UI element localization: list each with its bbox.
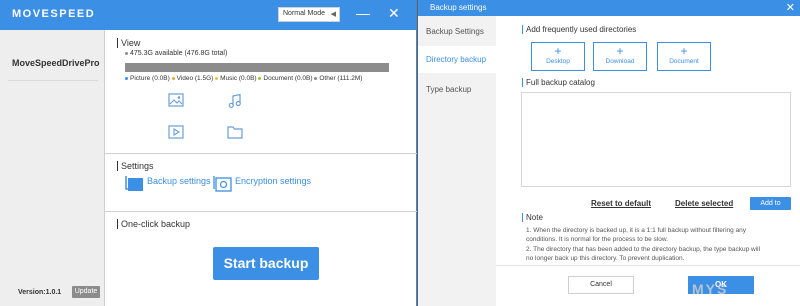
storage-available: 475.3G available (476.8G total) xyxy=(125,50,227,57)
legend-item-music: Music (0.0B) xyxy=(215,75,257,82)
app-logo: MOVESPEED xyxy=(12,8,96,20)
plus-icon: + xyxy=(616,44,624,58)
backup-settings-link[interactable]: Backup settings xyxy=(147,176,211,186)
add-download-button[interactable]: + Download xyxy=(593,42,647,71)
dialog-title: Backup settings xyxy=(430,3,487,12)
tab-directory-backup[interactable]: Directory backup xyxy=(418,46,496,73)
divider xyxy=(8,80,98,81)
plus-icon: + xyxy=(554,44,562,58)
add-to-button[interactable]: Add to xyxy=(750,197,791,210)
divider xyxy=(105,211,417,212)
drive-name[interactable]: MoveSpeedDrivePro xyxy=(12,58,100,68)
start-backup-button[interactable]: Start backup xyxy=(213,247,319,280)
update-button[interactable]: Update xyxy=(72,286,100,298)
screen: MOVESPEED Normal Mode ◀ — ✕ MoveSpeedDri… xyxy=(0,0,800,306)
legend-item-picture: Picture (0.0B) xyxy=(125,75,170,82)
delete-selected-button[interactable]: Delete selected xyxy=(675,199,733,208)
dialog-titlebar: Backup settings ✕ xyxy=(418,0,800,16)
mode-select[interactable]: Normal Mode ◀ xyxy=(278,7,340,22)
backup-settings-icon[interactable] xyxy=(125,175,143,193)
app-sidebar: MoveSpeedDrivePro Version:1.0.1 Update xyxy=(0,30,104,306)
note-text: 1. When the directory is backed up, it i… xyxy=(526,226,796,264)
caret-left-icon: ◀ xyxy=(330,11,336,18)
tab-backup-settings[interactable]: Backup Settings xyxy=(418,18,496,45)
legend-item-other: Other (111.2M) xyxy=(314,75,362,82)
note-line: no longer back up this directory. To pre… xyxy=(526,255,685,263)
watermark: MYS xyxy=(692,281,729,297)
music-icon[interactable] xyxy=(227,93,243,109)
video-icon[interactable] xyxy=(168,125,184,141)
frequent-dirs-title: Add frequently used directories xyxy=(522,25,636,34)
mode-select-value: Normal Mode xyxy=(283,10,326,17)
encryption-settings-icon[interactable] xyxy=(213,175,232,193)
view-title: View xyxy=(117,38,140,48)
divider xyxy=(105,153,417,154)
add-document-button[interactable]: + Document xyxy=(657,42,711,71)
version-label: Version:1.0.1 xyxy=(18,289,62,296)
add-desktop-button[interactable]: + Desktop xyxy=(531,42,585,71)
image-icon[interactable] xyxy=(168,93,184,109)
app-window: MOVESPEED Normal Mode ◀ — ✕ MoveSpeedDri… xyxy=(0,0,417,306)
note-line: 2. The directory that has been added to … xyxy=(526,245,761,253)
minimize-icon[interactable]: — xyxy=(356,5,370,21)
close-icon[interactable]: ✕ xyxy=(388,5,400,21)
app-content: View 475.3G available (476.8G total) Pic… xyxy=(104,30,417,306)
dialog-footer: Cancel OK xyxy=(496,265,800,306)
app-titlebar: MOVESPEED Normal Mode ◀ — ✕ xyxy=(0,0,416,30)
note-line: conditions. It is normal for the process… xyxy=(526,236,668,244)
cancel-button[interactable]: Cancel xyxy=(568,276,634,294)
note-line: 1. When the directory is backed up, it i… xyxy=(526,227,747,234)
legend-item-document: Document (0.0B) xyxy=(258,75,313,82)
note-title: Note xyxy=(522,213,543,222)
tab-type-backup[interactable]: Type backup xyxy=(418,76,496,103)
plus-icon: + xyxy=(680,44,688,58)
reset-default-button[interactable]: Reset to default xyxy=(591,199,651,208)
settings-title: Settings xyxy=(117,161,154,171)
storage-bar xyxy=(125,63,389,72)
oneclick-title: One-click backup xyxy=(117,219,190,229)
storage-legend: Picture (0.0B) Video (1.5G) Music (0.0B)… xyxy=(125,75,362,82)
legend-item-video: Video (1.5G) xyxy=(171,75,213,82)
encryption-settings-link[interactable]: Encryption settings xyxy=(235,176,311,186)
folder-icon[interactable] xyxy=(227,125,243,141)
dialog-sidebar: Backup Settings Directory backup Type ba… xyxy=(418,16,496,306)
backup-catalog-list[interactable] xyxy=(521,92,791,187)
catalog-title: Full backup catalog xyxy=(522,78,595,87)
backup-settings-dialog: Backup settings ✕ Backup Settings Direct… xyxy=(417,0,800,306)
close-icon[interactable]: ✕ xyxy=(786,1,795,14)
dot-icon xyxy=(125,51,128,55)
